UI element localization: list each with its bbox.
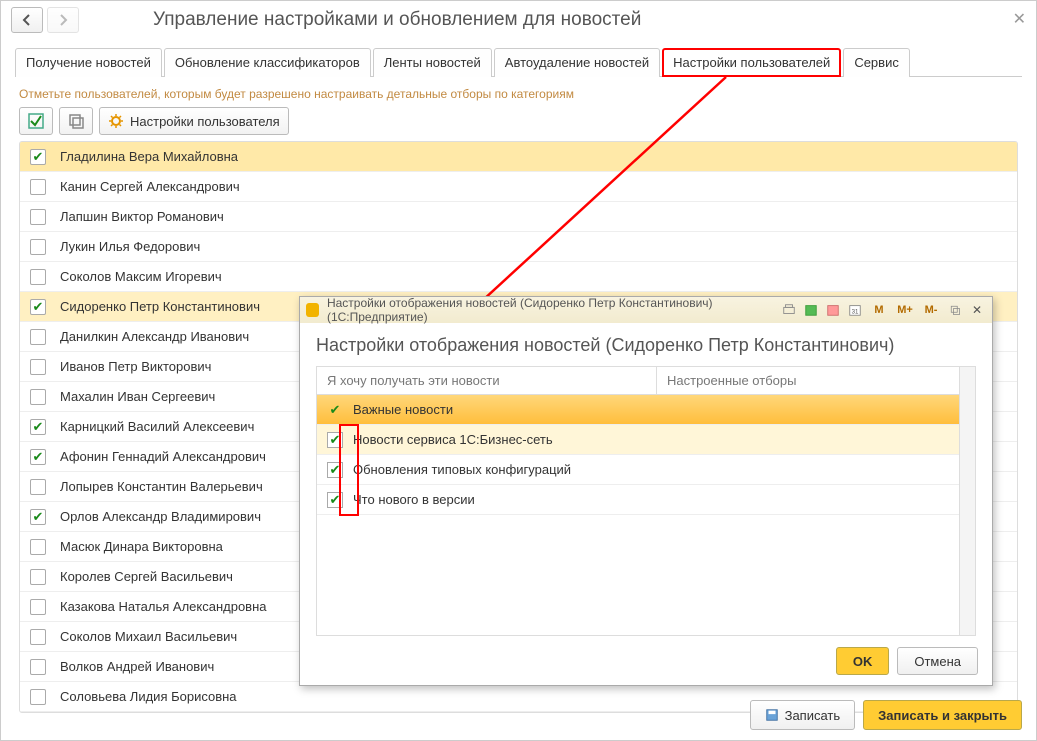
m-plus-button[interactable]: M+ [894,301,916,319]
dialog-heading: Настройки отображения новостей (Сидоренк… [300,323,992,366]
news-settings-dialog: Настройки отображения новостей (Сидоренк… [299,296,993,686]
user-name: Данилкин Александр Иванович [60,329,249,344]
tab-5[interactable]: Сервис [843,48,910,77]
hint-text: Отметьте пользователей, которым будет ра… [19,87,1018,101]
m-minus-button[interactable]: M- [920,301,942,319]
user-name: Соколов Михаил Васильевич [60,629,237,644]
user-name: Канин Сергей Александрович [60,179,240,194]
calendar-icon[interactable] [802,301,820,319]
dialog-row-label: Важные новости [353,402,453,417]
dialog-row-checkbox[interactable] [327,492,343,508]
print-icon[interactable] [780,301,798,319]
tab-1[interactable]: Обновление классификаторов [164,48,371,77]
dialog-row-label: Что нового в версии [353,492,475,507]
dialog-row[interactable]: Важные новости [317,395,975,425]
back-button[interactable] [11,7,43,33]
user-checkbox[interactable] [30,329,46,345]
dialog-row[interactable]: Что нового в версии [317,485,975,515]
user-checkbox[interactable] [30,239,46,255]
list-item[interactable]: Лапшин Виктор Романович [20,202,1017,232]
user-name: Лапшин Виктор Романович [60,209,224,224]
m-button[interactable]: M [868,301,890,319]
dialog-row-checkbox[interactable] [327,402,343,418]
user-name: Гладилина Вера Михайловна [60,149,238,164]
save-close-button[interactable]: Записать и закрыть [863,700,1022,730]
user-checkbox[interactable] [30,419,46,435]
dialog-row-checkbox[interactable] [327,462,343,478]
user-checkbox[interactable] [30,659,46,675]
user-checkbox[interactable] [30,569,46,585]
user-name: Лукин Илья Федорович [60,239,200,254]
user-name: Соловьева Лидия Борисовна [60,689,237,704]
page-title: Управление настройками и обновлением для… [153,9,641,31]
uncheck-all-button[interactable] [59,107,93,135]
user-settings-label: Настройки пользователя [130,114,280,129]
svg-text:31: 31 [852,309,859,316]
user-checkbox[interactable] [30,359,46,375]
user-name: Волков Андрей Иванович [60,659,214,674]
dialog-scrollbar[interactable] [959,367,975,635]
user-name: Масюк Динара Викторовна [60,539,223,554]
close-icon[interactable]: ✕ [1013,9,1026,29]
user-name: Орлов Александр Владимирович [60,509,261,524]
dialog-row-label: Новости сервиса 1С:Бизнес-сеть [353,432,553,447]
user-checkbox[interactable] [30,269,46,285]
user-checkbox[interactable] [30,149,46,165]
dialog-row[interactable]: Обновления типовых конфигураций [317,455,975,485]
tab-4[interactable]: Настройки пользователей [662,48,841,77]
user-name: Лопырев Константин Валерьевич [60,479,263,494]
user-name: Карницкий Василий Алексеевич [60,419,254,434]
save-label: Записать [785,708,841,723]
tab-2[interactable]: Ленты новостей [373,48,492,77]
user-checkbox[interactable] [30,599,46,615]
user-checkbox[interactable] [30,539,46,555]
list-item[interactable]: Соколов Максим Игоревич [20,262,1017,292]
calendar31-icon[interactable]: 31 [846,301,864,319]
calendar2-icon[interactable] [824,301,842,319]
dialog-cancel-button[interactable]: Отмена [897,647,978,675]
list-item[interactable]: Гладилина Вера Михайловна [20,142,1017,172]
dialog-titlebar-text: Настройки отображения новостей (Сидоренк… [327,296,780,324]
save-icon [765,708,779,722]
user-checkbox[interactable] [30,449,46,465]
user-name: Королев Сергей Васильевич [60,569,233,584]
user-name: Иванов Петр Викторович [60,359,211,374]
user-checkbox[interactable] [30,629,46,645]
app-logo-icon [306,303,319,317]
user-name: Афонин Геннадий Александрович [60,449,266,464]
dialog-close-icon[interactable]: ✕ [968,301,986,319]
user-checkbox[interactable] [30,389,46,405]
dialog-ok-button[interactable]: OK [836,647,890,675]
user-checkbox[interactable] [30,689,46,705]
user-name: Соколов Максим Игоревич [60,269,222,284]
tabs: Получение новостейОбновление классификат… [15,47,1022,77]
forward-button[interactable] [47,7,79,33]
dialog-col2-header: Настроенные отборы [657,367,975,394]
dialog-col1-header: Я хочу получать эти новости [317,367,657,394]
user-checkbox[interactable] [30,209,46,225]
list-item[interactable]: Канин Сергей Александрович [20,172,1017,202]
dialog-row-label: Обновления типовых конфигураций [353,462,571,477]
tab-0[interactable]: Получение новостей [15,48,162,77]
check-all-button[interactable] [19,107,53,135]
dialog-row[interactable]: Новости сервиса 1С:Бизнес-сеть [317,425,975,455]
dialog-grid: Я хочу получать эти новости Настроенные … [316,366,976,636]
user-checkbox[interactable] [30,179,46,195]
restore-icon[interactable] [946,301,964,319]
list-item[interactable]: Лукин Илья Федорович [20,232,1017,262]
dialog-titlebar: Настройки отображения новостей (Сидоренк… [300,297,992,323]
user-name: Махалин Иван Сергеевич [60,389,215,404]
user-checkbox[interactable] [30,479,46,495]
user-name: Сидоренко Петр Константинович [60,299,260,314]
user-settings-button[interactable]: Настройки пользователя [99,107,289,135]
user-name: Казакова Наталья Александровна [60,599,266,614]
tab-3[interactable]: Автоудаление новостей [494,48,660,77]
save-close-label: Записать и закрыть [878,708,1007,723]
user-checkbox[interactable] [30,299,46,315]
save-button[interactable]: Записать [750,700,856,730]
user-checkbox[interactable] [30,509,46,525]
dialog-row-checkbox[interactable] [327,432,343,448]
